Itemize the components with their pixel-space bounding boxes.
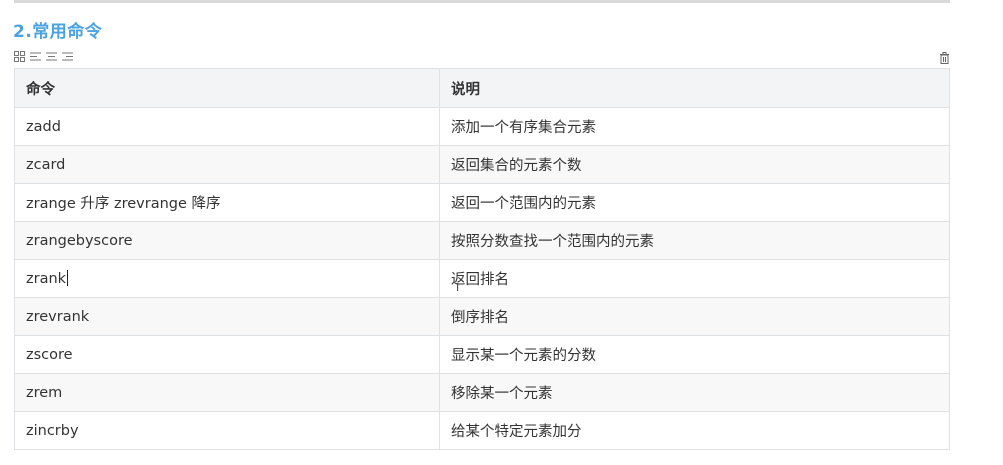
description-cell[interactable]: 给某个特定元素加分 [439, 411, 950, 450]
command-cell[interactable]: zrange 升序 zrevrange 降序 [14, 183, 440, 222]
grid-icon[interactable] [14, 50, 25, 62]
description-cell[interactable]: 倒序排名 [439, 297, 950, 336]
table-row: zrange 升序 zrevrange 降序 返回一个范围内的元素 [14, 183, 950, 222]
command-text: zrank [26, 271, 67, 287]
description-cell[interactable]: 返回集合的元素个数 [439, 145, 950, 184]
table-row: zrem 移除某一个元素 [14, 373, 950, 412]
description-cell[interactable]: 返回一个范围内的元素 [439, 183, 950, 222]
description-cell[interactable]: 返回排名 [439, 259, 950, 298]
table-row: zrangebyscore 按照分数查找一个范围内的元素 [14, 221, 950, 260]
mouse-cursor-icon: I [456, 281, 460, 294]
description-cell[interactable]: 移除某一个元素 [439, 373, 950, 412]
command-cell-active[interactable]: zrank [14, 259, 440, 298]
table-row: zrank 返回排名 [14, 259, 950, 298]
command-cell[interactable]: zadd [14, 107, 440, 146]
command-cell[interactable]: zrevrank [14, 297, 440, 336]
align-right-icon[interactable] [62, 51, 73, 62]
table-row: zcard 返回集合的元素个数 [14, 145, 950, 184]
command-cell[interactable]: zrem [14, 373, 440, 412]
command-cell[interactable]: zincrby [14, 411, 440, 450]
table-row: zincrby 给某个特定元素加分 [14, 411, 950, 450]
table-header-row: 命令 说明 [14, 68, 950, 108]
commands-table: 命令 说明 zadd 添加一个有序集合元素 zcard 返回集合的元素个数 zr… [14, 68, 950, 450]
description-cell[interactable]: 按照分数查找一个范围内的元素 [439, 221, 950, 260]
trash-icon[interactable] [939, 49, 950, 64]
command-cell[interactable]: zcard [14, 145, 440, 184]
header-command[interactable]: 命令 [14, 68, 440, 108]
align-center-icon[interactable] [46, 51, 57, 62]
section-heading: 2.常用命令 [13, 22, 103, 42]
top-divider [14, 0, 950, 3]
command-cell[interactable]: zrangebyscore [14, 221, 440, 260]
table-row: zscore 显示某一个元素的分数 [14, 335, 950, 374]
table-row: zrevrank 倒序排名 [14, 297, 950, 336]
text-caret [67, 270, 69, 286]
header-description[interactable]: 说明 [439, 68, 950, 108]
description-cell[interactable]: 添加一个有序集合元素 [439, 107, 950, 146]
table-row: zadd 添加一个有序集合元素 [14, 107, 950, 146]
command-cell[interactable]: zscore [14, 335, 440, 374]
align-left-icon[interactable] [30, 51, 41, 62]
table-toolbar [14, 49, 73, 63]
description-cell[interactable]: 显示某一个元素的分数 [439, 335, 950, 374]
